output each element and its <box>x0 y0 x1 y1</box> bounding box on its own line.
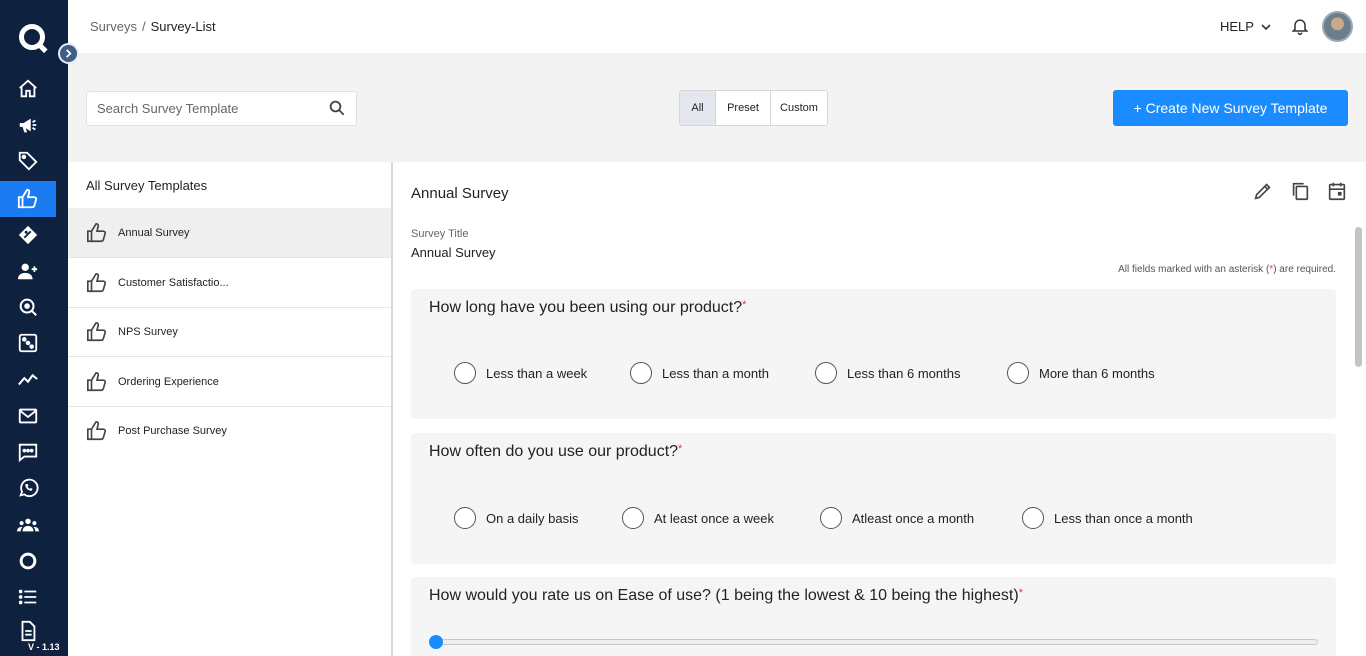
radio-option[interactable]: More than 6 months <box>1007 362 1155 384</box>
template-item-label: NPS Survey <box>118 325 178 338</box>
question-card: How often do you use our product?* On a … <box>411 433 1336 564</box>
version-label: V - 1.13 <box>28 642 60 652</box>
dice-icon[interactable] <box>0 325 56 361</box>
radio-button[interactable] <box>1022 507 1044 529</box>
breadcrumb: Surveys / Survey-List <box>90 19 216 34</box>
radio-option[interactable]: Less than a week <box>454 362 587 384</box>
radio-button[interactable] <box>454 507 476 529</box>
list-icon[interactable] <box>0 579 56 615</box>
chat-icon[interactable] <box>0 434 56 470</box>
whatsapp-icon[interactable] <box>0 470 56 506</box>
thumbs-up-icon <box>87 371 107 391</box>
thumbs-up-icon <box>87 421 107 441</box>
template-item-annual-survey[interactable]: Annual Survey <box>68 208 391 258</box>
location-search-icon[interactable] <box>0 289 56 325</box>
copy-icon[interactable] <box>1289 180 1311 202</box>
radio-option[interactable]: At least once a week <box>622 507 774 529</box>
radio-button[interactable] <box>815 362 837 384</box>
required-note: All fields marked with an asterisk (*) a… <box>1118 264 1336 275</box>
ring-icon[interactable] <box>0 543 56 579</box>
radio-option[interactable]: On a daily basis <box>454 507 579 529</box>
radio-button[interactable] <box>1007 362 1029 384</box>
user-avatar[interactable] <box>1322 11 1353 42</box>
template-item-label: Customer Satisfactio... <box>118 276 229 289</box>
left-nav: V - 1.13 <box>0 0 68 656</box>
app-logo[interactable] <box>19 24 45 50</box>
radio-option[interactable]: Less than once a month <box>1022 507 1193 529</box>
question-title: How often do you use our product?* <box>429 443 683 460</box>
template-item-nps-survey[interactable]: NPS Survey <box>68 307 391 357</box>
breadcrumb-current: Survey-List <box>150 19 216 34</box>
template-item-customer-satisfaction[interactable]: Customer Satisfactio... <box>68 258 391 308</box>
question-card: How long have you been using our product… <box>411 289 1336 419</box>
radio-button[interactable] <box>820 507 842 529</box>
rating-slider-track[interactable] <box>436 639 1318 645</box>
mail-icon[interactable] <box>0 398 56 434</box>
radio-option[interactable]: Atleast once a month <box>820 507 974 529</box>
template-item-label: Annual Survey <box>118 226 190 239</box>
breadcrumb-separator: / <box>141 19 146 34</box>
chevron-right-icon <box>66 49 72 58</box>
radio-button[interactable] <box>454 362 476 384</box>
filter-all-button[interactable]: All <box>680 91 716 125</box>
offer-icon[interactable] <box>0 217 56 253</box>
question-title: How long have you been using our product… <box>429 299 747 316</box>
tag-icon[interactable] <box>0 143 56 179</box>
template-item-post-purchase-survey[interactable]: Post Purchase Survey <box>68 406 391 456</box>
template-filter: All Preset Custom <box>679 90 828 126</box>
group-icon[interactable] <box>0 507 56 543</box>
survey-title-value: Annual Survey <box>411 245 496 260</box>
question-title: How would you rate us on Ease of use? (1… <box>429 587 1023 604</box>
search-icon[interactable] <box>328 99 346 117</box>
calendar-icon[interactable] <box>1326 180 1348 202</box>
template-item-ordering-experience[interactable]: Ordering Experience <box>68 357 391 407</box>
edit-icon[interactable] <box>1252 180 1274 202</box>
breadcrumb-surveys[interactable]: Surveys <box>90 19 137 34</box>
filter-preset-button[interactable]: Preset <box>716 91 771 125</box>
radio-option[interactable]: Less than 6 months <box>815 362 960 384</box>
scrollbar[interactable] <box>1355 227 1362 367</box>
chevron-down-icon <box>1261 23 1271 30</box>
top-bar: Surveys / Survey-List HELP <box>68 0 1366 53</box>
survey-title-label: Survey Title <box>411 228 469 240</box>
home-icon[interactable] <box>0 71 56 107</box>
create-template-button[interactable]: + Create New Survey Template <box>1113 90 1348 126</box>
bell-icon[interactable] <box>1290 16 1310 36</box>
megaphone-icon[interactable] <box>0 107 56 143</box>
thumbs-up-icon <box>87 321 107 341</box>
help-label: HELP <box>1220 19 1254 34</box>
list-header: All Survey Templates <box>86 178 208 193</box>
template-item-label: Post Purchase Survey <box>118 425 227 437</box>
thumbs-up-icon <box>87 222 107 242</box>
radio-button[interactable] <box>630 362 652 384</box>
rating-slider-thumb[interactable] <box>429 635 443 649</box>
detail-title: Annual Survey <box>411 185 509 202</box>
radio-option[interactable]: Less than a month <box>630 362 769 384</box>
filter-custom-button[interactable]: Custom <box>771 91 827 125</box>
survey-detail-panel: Annual Survey Survey Title Annual Survey… <box>393 162 1366 656</box>
thumbs-up-icon[interactable] <box>0 181 56 217</box>
radio-button[interactable] <box>622 507 644 529</box>
analytics-icon[interactable] <box>0 361 56 397</box>
sidebar-expand-button[interactable] <box>58 43 79 64</box>
template-item-label: Ordering Experience <box>118 375 219 388</box>
add-user-icon[interactable] <box>0 253 56 289</box>
question-card: How would you rate us on Ease of use? (1… <box>411 577 1336 656</box>
help-menu[interactable]: HELP <box>1220 19 1272 34</box>
thumbs-up-icon <box>87 272 107 292</box>
search-template-box <box>86 91 357 126</box>
template-list-panel: All Survey Templates Annual Survey Custo… <box>68 162 391 656</box>
search-template-input[interactable] <box>87 92 307 125</box>
